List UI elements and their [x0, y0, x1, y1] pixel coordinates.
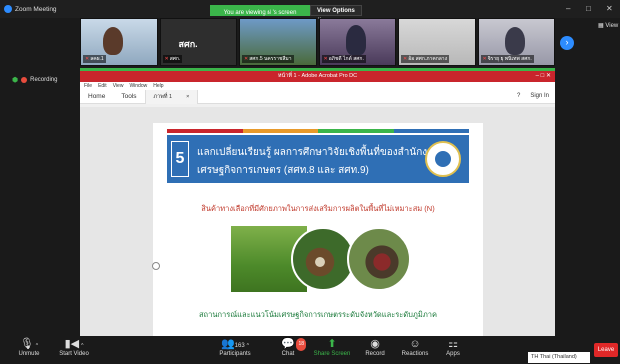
shield-icon: ⬢ [12, 77, 19, 84]
unmute-button[interactable]: 🎙 ^ Unmute [14, 338, 44, 357]
participant-name-large: สศก. [178, 39, 198, 49]
acrobat-titlebar: หน้าที่ 1 - Adobe Acrobat Pro DC – □ ✕ [80, 71, 555, 82]
slide-heading-line2: เศรษฐกิจการเกษตร (สศท.8 และ สศท.9) [197, 165, 369, 176]
reactions-icon: ☺ [409, 338, 421, 350]
agency-emblem-icon [425, 141, 461, 177]
muted-mic-icon: ✕ [323, 56, 328, 62]
participant-tile[interactable]: สศก. ✕สศก. [159, 18, 237, 66]
slide-footer: สถานการณ์และแนวโน้มเศรษฐกิจการเกษตรระดับ… [198, 310, 437, 319]
participants-icon: 👥163 ^ [220, 338, 250, 350]
reactions-button[interactable]: ☺ Reactions [398, 338, 432, 357]
apps-button[interactable]: ⚏ Apps [442, 338, 464, 357]
share-screen-button[interactable]: ⬆ Share Screen [312, 338, 352, 357]
meeting-toolbar: 🎙 ^ Unmute ▮◀ ^ Start Video 👥163 ^ Particip… [0, 336, 620, 364]
muted-mic-icon: ✕ [85, 56, 90, 62]
muted-mic-icon: ✕ [164, 56, 169, 62]
app-title: Zoom Meeting [4, 5, 57, 13]
menu-file[interactable]: File [84, 83, 92, 89]
chat-button[interactable]: 💬 18 Chat [276, 338, 306, 357]
menu-help[interactable]: Help [153, 83, 163, 89]
gallery-view-button[interactable]: ▦ View [598, 22, 618, 29]
cursor-indicator [152, 262, 160, 270]
participant-tile[interactable]: ✕จิรายุ ยุ พนิเทพ สศก. [477, 18, 555, 66]
close-button[interactable]: ✕ [606, 4, 613, 13]
maximize-button[interactable]: □ [586, 4, 591, 13]
start-video-button[interactable]: ▮◀ ^ Start Video [54, 338, 94, 357]
share-banner: You are viewing ผ่ 's screen View Option… [210, 5, 362, 21]
record-button[interactable]: ◉ Record [362, 338, 388, 357]
slide-number: 5 [171, 141, 189, 177]
window-titlebar: Zoom Meeting You are viewing ผ่ 's scree… [0, 0, 620, 21]
share-screen-icon: ⬆ [327, 338, 337, 350]
acrobat-tabbar: Home Tools ภาพที่ 1 × ? Sign In [80, 89, 555, 104]
close-tab-icon[interactable]: × [186, 94, 189, 100]
share-notice: You are viewing ผ่ 's screen [210, 5, 310, 16]
menu-window[interactable]: Window [129, 83, 147, 89]
muted-mic-icon: ✕ [403, 56, 408, 62]
oil-palm-photo [347, 227, 411, 291]
tab-tools[interactable]: Tools [113, 93, 144, 100]
participant-tile[interactable]: ✕สศก.5 นครราชสีมา [239, 18, 317, 66]
color-stripes [167, 129, 469, 133]
apps-icon: ⚏ [448, 338, 458, 350]
presentation-slide: 5 แลกเปลี่ยนเรียนรู้ ผลการศึกษาวิจัยเชิง… [153, 123, 483, 343]
tab-document[interactable]: ภาพที่ 1 × [144, 89, 199, 104]
zoom-logo-icon [4, 5, 12, 13]
record-icon: ◉ [370, 338, 380, 350]
crop-photos [231, 226, 411, 292]
chevron-right-icon[interactable]: › [560, 36, 574, 50]
muted-mic-icon: ✕ [244, 56, 249, 62]
menu-view[interactable]: View [113, 83, 124, 89]
chat-icon: 💬 18 [281, 338, 306, 351]
acrobat-window-controls[interactable]: – □ ✕ [536, 71, 551, 82]
document-view: 5 แลกเปลี่ยนเรียนรู้ ผลการศึกษาวิจัยเชิง… [80, 107, 555, 343]
menu-edit[interactable]: Edit [98, 83, 107, 89]
view-options-button[interactable]: View Options ⌄ [310, 5, 362, 21]
record-dot-icon [21, 77, 28, 83]
sign-in-button[interactable]: Sign In [530, 93, 549, 99]
minimize-button[interactable]: – [566, 4, 570, 13]
slide-subtitle: สินค้าทางเลือกที่มีศักยภาพในการส่งเสริมก… [201, 204, 435, 213]
video-off-icon: ▮◀ ^ [64, 338, 84, 350]
language-indicator[interactable]: TH Thai (Thailand) [528, 352, 590, 363]
participant-strip: ✕ลคผ.1 สศก. ✕สศก. ✕สศก.5 นครราชสีมา ✕อภิ… [80, 18, 555, 66]
participant-tile[interactable]: ✕อ้อ สศก.ภาคกลาง [398, 18, 476, 66]
slide-heading-line1: แลกเปลี่ยนเรียนรู้ ผลการศึกษาวิจัยเชิงพื… [197, 147, 440, 158]
help-icon[interactable]: ? [517, 93, 520, 99]
leave-button[interactable]: Leave [594, 343, 618, 357]
recording-indicator[interactable]: ⬢ Recording [12, 76, 57, 84]
slide-header: 5 แลกเปลี่ยนเรียนรู้ ผลการศึกษาวิจัยเชิง… [167, 135, 469, 183]
mic-muted-icon: 🎙 ^ [19, 338, 39, 350]
participant-tile[interactable]: ✕อภิชดี ไกด์ สศก. [318, 18, 396, 66]
participants-button[interactable]: 👥163 ^ Participants [212, 338, 258, 357]
participant-tile[interactable]: ✕ลคผ.1 [80, 18, 158, 66]
tab-home[interactable]: Home [80, 93, 113, 100]
chat-badge: 18 [296, 338, 306, 351]
muted-mic-icon: ✕ [482, 56, 487, 62]
shared-screen: หน้าที่ 1 - Adobe Acrobat Pro DC – □ ✕ F… [80, 68, 555, 343]
coconut-photo [291, 227, 355, 291]
